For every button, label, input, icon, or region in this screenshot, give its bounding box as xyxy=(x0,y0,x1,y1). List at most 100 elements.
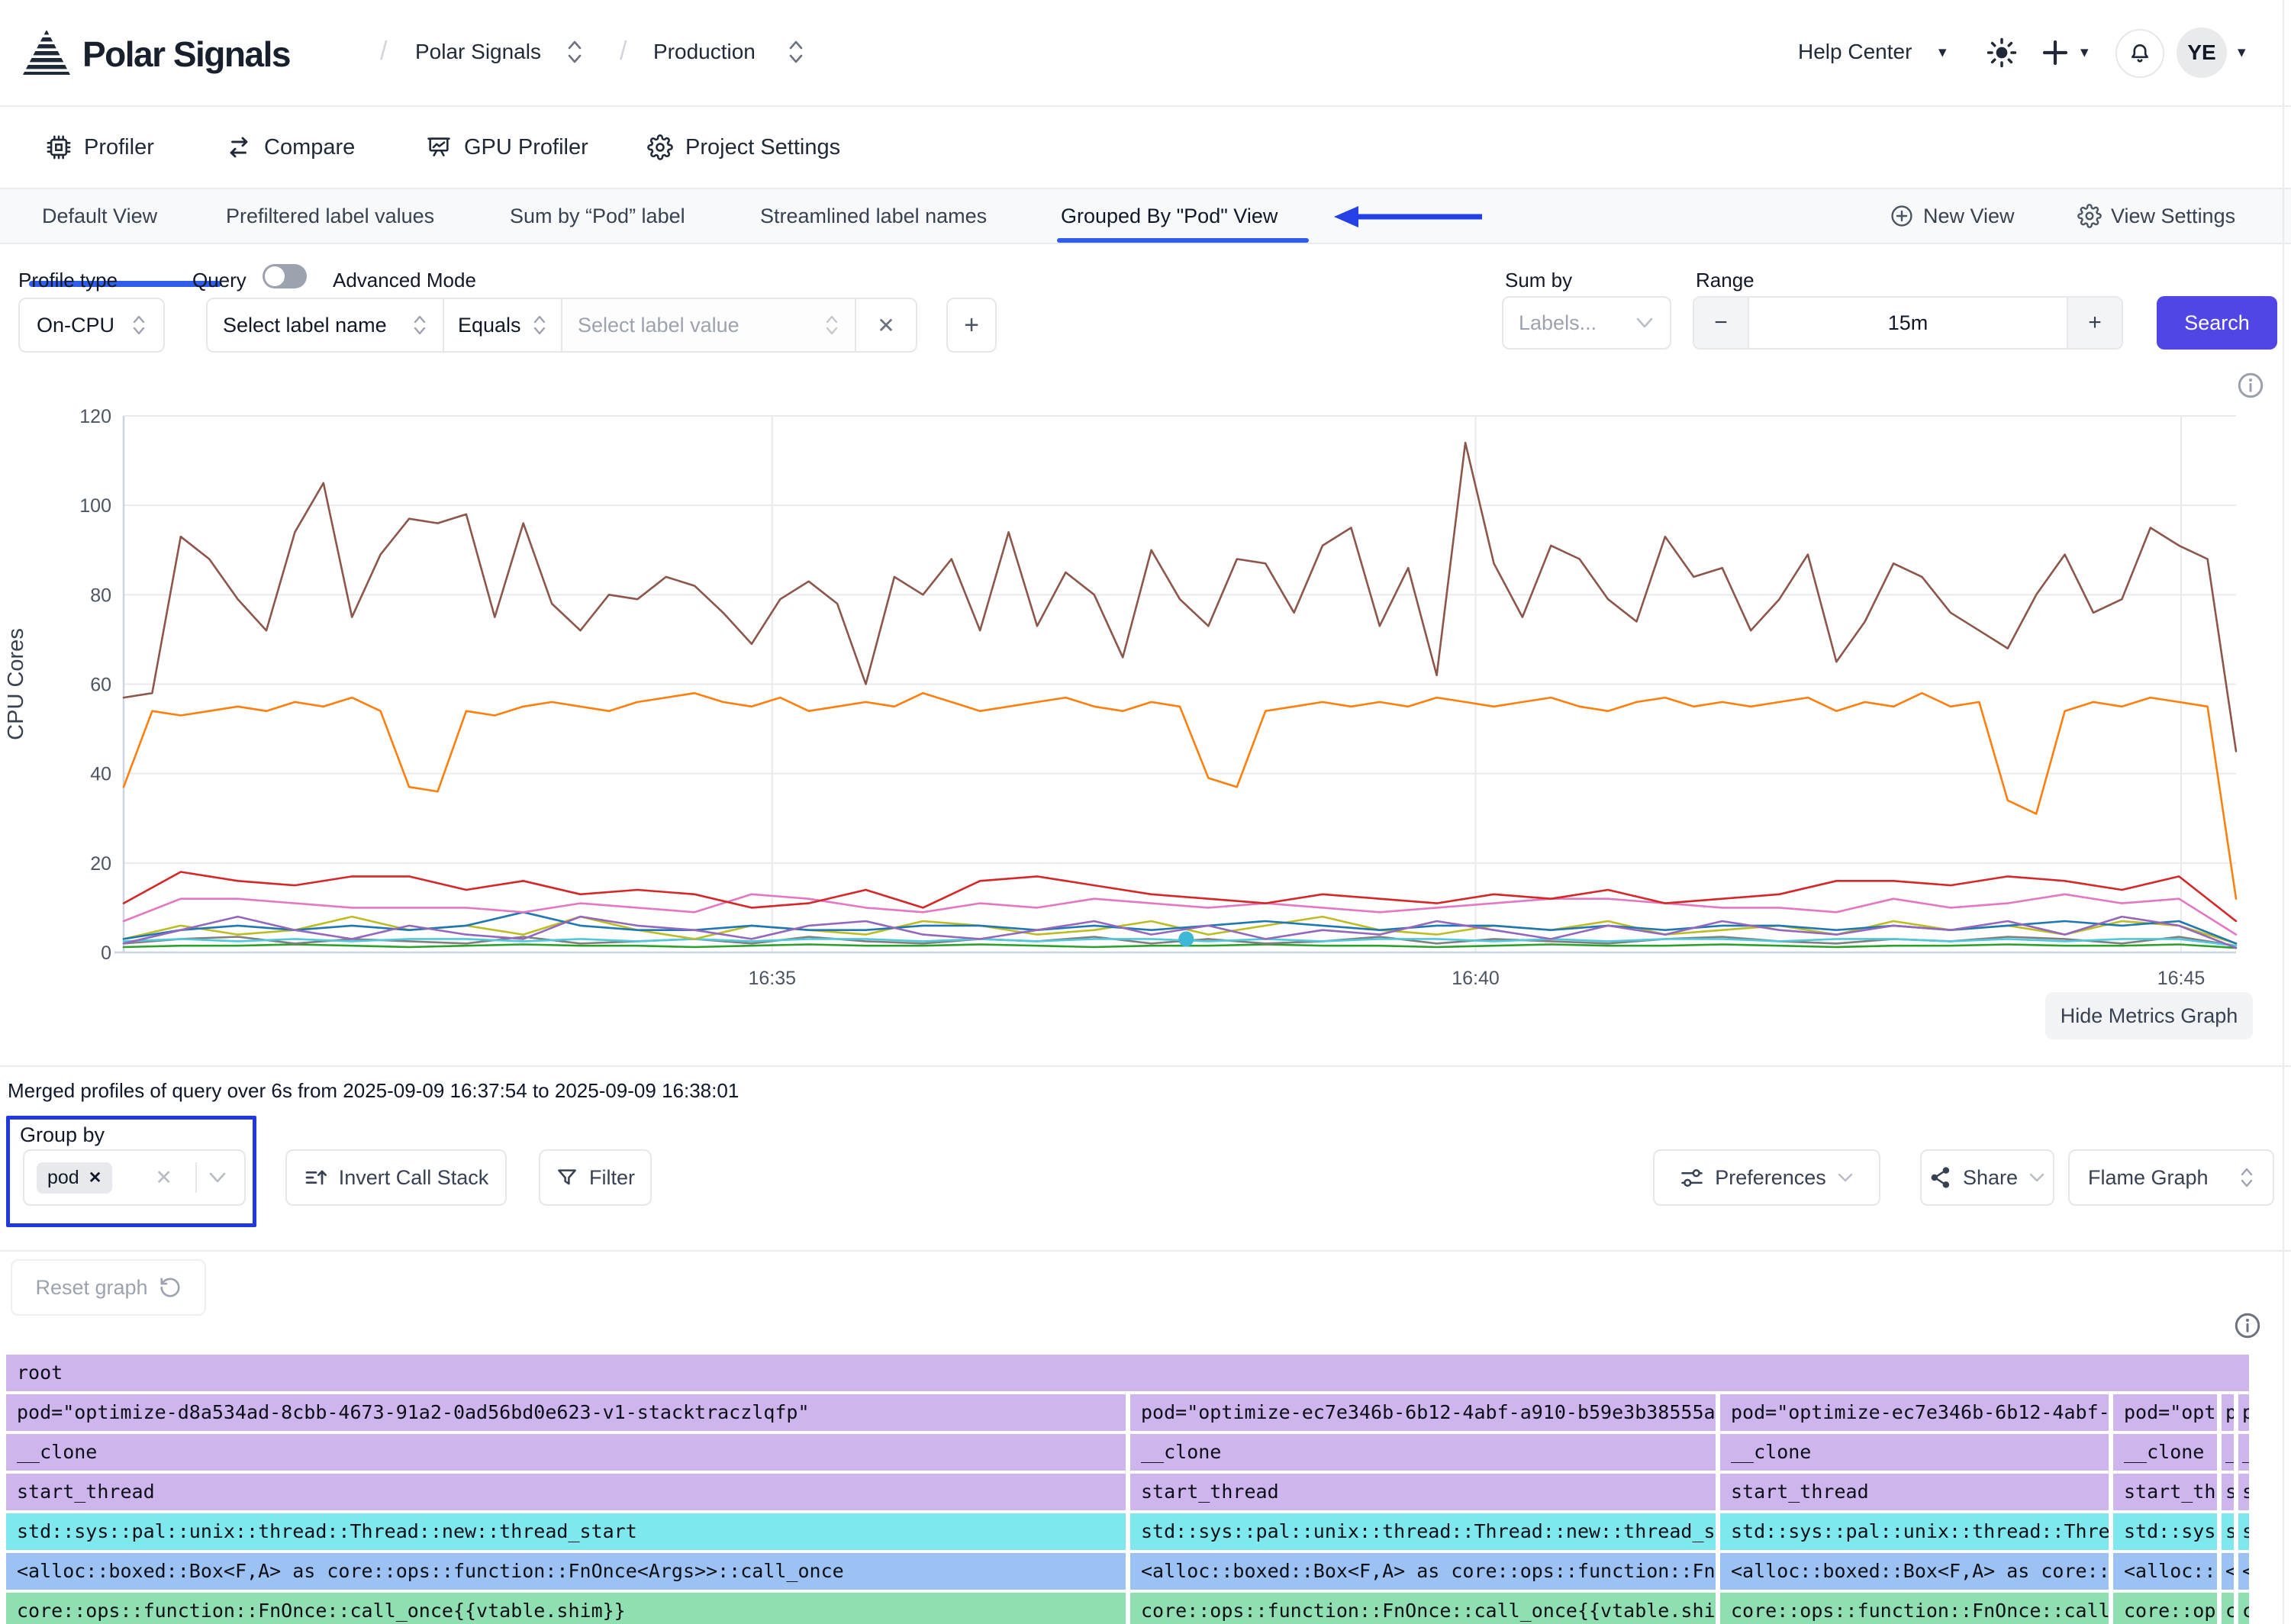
chevron-down-icon[interactable] xyxy=(208,1171,227,1184)
flame-frame-col2-d3[interactable]: start_thread xyxy=(1720,1474,2109,1510)
gear-icon xyxy=(2077,204,2102,228)
flame-frame-col3-d4[interactable]: std::sys::pal::unix::thread::Thread::new… xyxy=(2113,1513,2217,1550)
flame-frame-col0-d2[interactable]: __clone xyxy=(6,1434,1126,1471)
flame-frame-col4-d2[interactable]: __clone xyxy=(2222,1434,2234,1471)
flame-frame-col1-d6[interactable]: core::ops::function::FnOnce::call_once{{… xyxy=(1130,1593,1716,1624)
metrics-info-icon[interactable] xyxy=(2236,371,2265,400)
view-default[interactable]: Default View xyxy=(42,189,157,243)
svg-text:20: 20 xyxy=(90,853,111,875)
flame-frame-col3-d5[interactable]: <alloc::boxed::Box<F,A> as core::ops::fu… xyxy=(2113,1553,2217,1590)
range-decrease-button[interactable]: − xyxy=(1694,298,1749,348)
metrics-line-chart[interactable]: 02040608010012016:3516:4016:45CPU CoresT… xyxy=(0,407,2244,1017)
tab-gpu-profiler[interactable]: GPU Profiler xyxy=(426,107,588,188)
flame-frame-col0-d5[interactable]: <alloc::boxed::Box<F,A> as core::ops::fu… xyxy=(6,1553,1126,1590)
create-new-plus-icon[interactable] xyxy=(2039,37,2071,69)
group-by-select[interactable]: pod ✕ ✕ xyxy=(23,1149,246,1206)
flamegraph-info-icon[interactable] xyxy=(2233,1311,2262,1340)
range-increase-button[interactable]: + xyxy=(2067,298,2122,348)
new-view-button[interactable]: New View xyxy=(1890,189,2015,243)
flame-frame-root[interactable]: root xyxy=(6,1355,2249,1391)
group-by-chip-pod[interactable]: pod ✕ xyxy=(37,1162,112,1194)
breadcrumb-project[interactable]: Production xyxy=(653,40,756,64)
hide-metrics-graph-button[interactable]: Hide Metrics Graph xyxy=(2045,992,2253,1039)
sum-by-select[interactable]: Labels... xyxy=(1502,296,1671,350)
svg-text:CPU Cores: CPU Cores xyxy=(4,628,28,740)
tab-project-settings[interactable]: Project Settings xyxy=(647,107,840,188)
flame-frame-col2-d5[interactable]: <alloc::boxed::Box<F,A> as core::ops::fu… xyxy=(1720,1553,2109,1590)
flame-frame-col1-d1[interactable]: pod="optimize-ec7e346b-6b12-4abf-a910-b5… xyxy=(1130,1394,1716,1431)
selector-chevrons-icon xyxy=(824,312,839,338)
flame-frame-col4-d3[interactable]: start_thread xyxy=(2222,1474,2234,1510)
search-button[interactable]: Search xyxy=(2157,296,2277,350)
flame-frame-col0-d3[interactable]: start_thread xyxy=(6,1474,1126,1510)
flame-frame-col5-d2[interactable]: __clone xyxy=(2238,1434,2249,1471)
flame-frame-col1-d2[interactable]: __clone xyxy=(1130,1434,1716,1471)
view-grouped-by-pod[interactable]: Grouped By "Pod" View xyxy=(1061,189,1278,243)
flame-frame-col3-d1[interactable]: pod="opt xyxy=(2113,1394,2217,1431)
theme-sun-icon[interactable] xyxy=(1986,37,2018,69)
view-prefiltered[interactable]: Prefiltered label values xyxy=(226,189,434,243)
share-button[interactable]: Share xyxy=(1920,1149,2054,1206)
flame-frame-col3-d2[interactable]: __clone xyxy=(2113,1434,2217,1471)
flame-frame-col2-d6[interactable]: core::ops::function::FnOnce::call_once{{… xyxy=(1720,1593,2109,1624)
reset-graph-button[interactable]: Reset graph xyxy=(11,1259,206,1316)
flame-frame-col5-d3[interactable]: start_thread xyxy=(2238,1474,2249,1510)
flame-frame-col5-d6[interactable]: core::ops::function::FnOnce::call_once{{… xyxy=(2238,1593,2249,1624)
notifications-bell-button[interactable] xyxy=(2115,29,2164,78)
flame-frame-col3-d3[interactable]: start_thread xyxy=(2113,1474,2217,1510)
range-value-input[interactable]: 15m xyxy=(1749,298,2067,348)
flame-frame-col2-d4[interactable]: std::sys::pal::unix::thread::Thread::new… xyxy=(1720,1513,2109,1550)
invert-call-stack-button[interactable]: Invert Call Stack xyxy=(285,1149,507,1206)
flame-frame-col5-d5[interactable]: <alloc::boxed::Box<F,A> as core::ops::fu… xyxy=(2238,1553,2249,1590)
flame-frame-col3-d6[interactable]: core::ops::function::FnOnce::call_once{{… xyxy=(2113,1593,2217,1624)
flame-frame-col5-d1[interactable]: p xyxy=(2238,1394,2249,1431)
chevron-down-icon xyxy=(1635,316,1655,330)
avatar[interactable]: YE xyxy=(2177,27,2227,78)
flame-frame-col4-d4[interactable]: std::sys::pal::unix::thread::Thread::new… xyxy=(2222,1513,2234,1550)
flame-frame-col0-d1[interactable]: pod="optimize-d8a534ad-8cbb-4673-91a2-0a… xyxy=(6,1394,1126,1431)
scrollbar-track[interactable] xyxy=(2283,0,2284,1624)
flame-frame-col1-d5[interactable]: <alloc::boxed::Box<F,A> as core::ops::fu… xyxy=(1130,1553,1716,1590)
breadcrumb-org[interactable]: Polar Signals xyxy=(415,40,541,64)
tab-profiler[interactable]: Profiler xyxy=(46,107,154,188)
clear-all-icon[interactable]: ✕ xyxy=(155,1166,172,1190)
avatar-caret-icon[interactable]: ▾ xyxy=(2238,43,2246,62)
sliders-icon xyxy=(1680,1165,1704,1190)
view-sum-by-pod[interactable]: Sum by “Pod” label xyxy=(510,189,685,243)
matcher-operator-select[interactable]: Equals xyxy=(444,299,562,351)
view-streamlined[interactable]: Streamlined label names xyxy=(760,189,987,243)
help-center-menu[interactable]: Help Center xyxy=(1798,40,1912,64)
flame-frame-col1-d4[interactable]: std::sys::pal::unix::thread::Thread::new… xyxy=(1130,1513,1716,1550)
flame-frame-col0-d6[interactable]: core::ops::function::FnOnce::call_once{{… xyxy=(6,1593,1126,1624)
polar-signals-logo-icon[interactable] xyxy=(21,29,72,76)
flame-frame-col4-d6[interactable]: core::ops::function::FnOnce::call_once{{… xyxy=(2222,1593,2234,1624)
visualization-type-select[interactable]: Flame Graph xyxy=(2068,1149,2274,1206)
chip-remove-icon[interactable]: ✕ xyxy=(89,1168,102,1187)
matcher-operator-value: Equals xyxy=(458,314,521,337)
advanced-mode-toggle[interactable] xyxy=(263,264,307,288)
flame-frame-col5-d4[interactable]: std::sys::pal::unix::thread::Thread::new… xyxy=(2238,1513,2249,1550)
label-name-select[interactable]: Select label name xyxy=(208,299,444,351)
project-selector-chevrons-icon[interactable] xyxy=(786,37,806,67)
flame-frame-col2-d1[interactable]: pod="optimize-ec7e346b-6b12-4abf-a xyxy=(1720,1394,2109,1431)
flame-frame-col1-d3[interactable]: start_thread xyxy=(1130,1474,1716,1510)
filter-button[interactable]: Filter xyxy=(539,1149,652,1206)
org-selector-chevrons-icon[interactable] xyxy=(565,37,585,67)
flame-graph[interactable]: rootpod="optimize-d8a534ad-8cbb-4673-91a… xyxy=(6,1355,2251,1624)
preferences-button[interactable]: Preferences xyxy=(1653,1149,1880,1206)
tab-compare[interactable]: Compare xyxy=(226,107,355,188)
flame-frame-col4-d5[interactable]: <alloc::boxed::Box<F,A> as core::ops::fu… xyxy=(2222,1553,2234,1590)
annotation-arrow xyxy=(1329,192,1490,241)
label-value-select[interactable]: Select label value xyxy=(562,299,856,351)
add-matcher-button[interactable]: + xyxy=(946,298,997,353)
profile-type-select[interactable]: On-CPU xyxy=(18,298,165,353)
presentation-chart-icon xyxy=(426,134,452,160)
flame-frame-col4-d1[interactable]: p xyxy=(2222,1394,2234,1431)
brand-wordmark[interactable]: Polar Signals xyxy=(82,34,290,75)
flame-frame-col2-d2[interactable]: __clone xyxy=(1720,1434,2109,1471)
create-new-caret-icon[interactable]: ▾ xyxy=(2080,43,2089,62)
view-settings-button[interactable]: View Settings xyxy=(2077,189,2235,243)
breadcrumb-separator: / xyxy=(380,37,387,66)
remove-matcher-button[interactable]: ✕ xyxy=(856,299,916,351)
flame-frame-col0-d4[interactable]: std::sys::pal::unix::thread::Thread::new… xyxy=(6,1513,1126,1550)
